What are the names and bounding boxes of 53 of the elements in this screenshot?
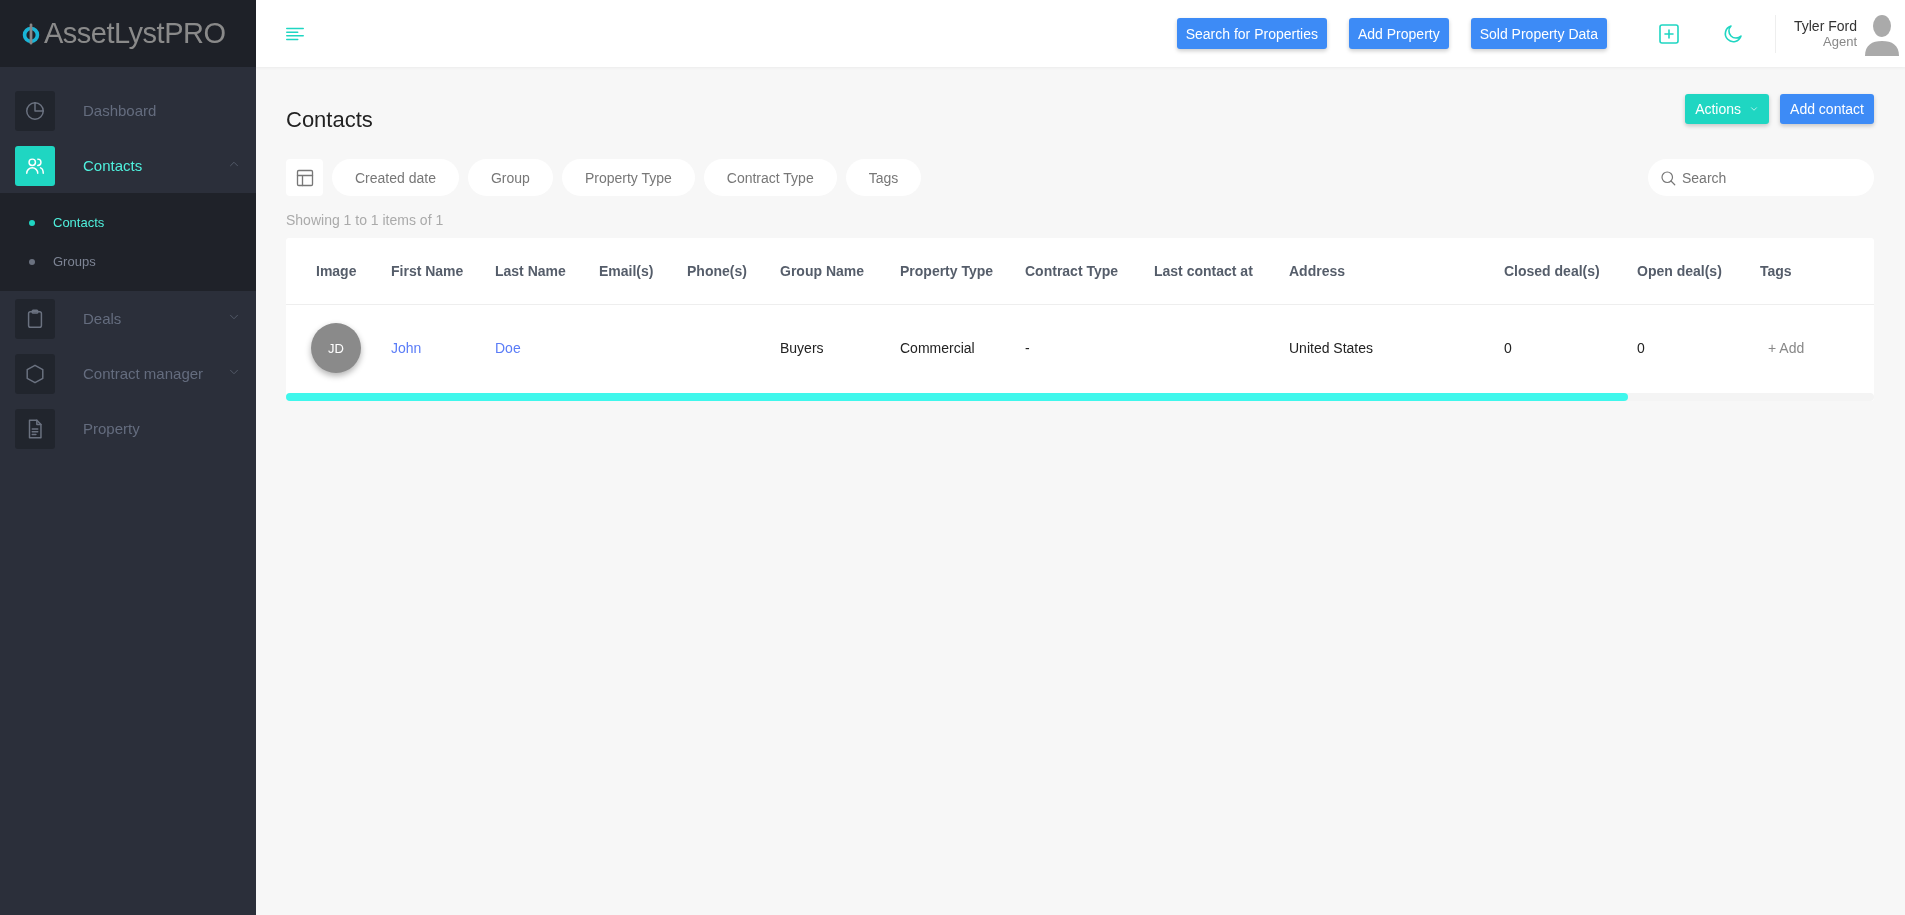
filter-button[interactable]: Contract Type <box>703 159 837 196</box>
add-tag-link[interactable]: + Add <box>1768 340 1805 356</box>
name-link[interactable]: Doe <box>495 340 521 356</box>
nav-button[interactable]: Search for Properties <box>1176 18 1327 49</box>
name-link[interactable]: John <box>391 340 422 356</box>
chevron-down-icon <box>1749 104 1760 114</box>
horizontal-scrollbar[interactable] <box>286 393 1628 401</box>
filter-button[interactable]: Group <box>467 159 553 196</box>
sidebar-item[interactable]: Property <box>0 401 256 456</box>
hexagon-icon <box>24 362 46 385</box>
column-header[interactable]: Contract Type <box>1025 263 1154 279</box>
sidebar-item[interactable]: Contacts <box>0 138 256 193</box>
avatar-initials: JD <box>311 323 361 373</box>
nav-button[interactable]: Sold Property Data <box>1470 18 1607 49</box>
add-contact-button[interactable]: Add contact <box>1780 94 1874 124</box>
search-field[interactable]: Search <box>1648 159 1874 196</box>
table-cell: 0 <box>1504 340 1512 356</box>
column-header[interactable]: Group Name <box>780 263 900 279</box>
table-cell: - <box>1025 340 1030 356</box>
column-header[interactable]: Open deal(s) <box>1637 263 1760 279</box>
column-header[interactable]: Last contact at <box>1154 263 1289 279</box>
table-cell: 0 <box>1637 340 1645 356</box>
search-icon <box>1659 169 1677 187</box>
sidebar-item[interactable]: Contract manager <box>0 346 256 401</box>
page-title: Contacts <box>286 106 373 133</box>
column-header[interactable]: Address <box>1289 263 1504 279</box>
filter-button[interactable]: Tags <box>845 159 922 196</box>
column-header[interactable]: Closed deal(s) <box>1504 263 1637 279</box>
pie-chart-icon <box>24 99 46 122</box>
filter-button[interactable]: Property Type <box>561 159 695 196</box>
column-header[interactable]: First Name <box>391 263 495 279</box>
submenu-item[interactable]: Contacts <box>0 203 256 242</box>
nav-button[interactable]: Add Property <box>1348 18 1449 49</box>
filter-button[interactable]: Created date <box>332 159 459 196</box>
column-header[interactable]: Phone(s) <box>687 263 780 279</box>
column-layout-button[interactable] <box>286 159 323 196</box>
results-summary: Showing 1 to 1 items of 1 <box>286 212 445 228</box>
user-name: Tyler Ford <box>1794 18 1857 34</box>
layout-icon <box>294 167 315 188</box>
column-header[interactable]: Image <box>316 263 391 279</box>
table-cell: Commercial <box>900 340 975 356</box>
table-cell: United States <box>1289 340 1374 356</box>
column-header[interactable]: Property Type <box>900 263 1025 279</box>
column-header[interactable]: Email(s) <box>599 263 687 279</box>
sidebar-item[interactable]: Dashboard <box>0 83 256 138</box>
sidebar-item[interactable]: Deals <box>0 291 256 346</box>
column-header[interactable]: Last Name <box>495 263 599 279</box>
plus-square-icon <box>1657 21 1681 46</box>
submenu-item[interactable]: Groups <box>0 242 256 281</box>
table-cell: Buyers <box>780 340 824 356</box>
user-role: Agent <box>1823 34 1857 49</box>
brand-name: AssetLystPRO <box>44 17 226 50</box>
column-header[interactable]: Tags <box>1760 263 1874 279</box>
